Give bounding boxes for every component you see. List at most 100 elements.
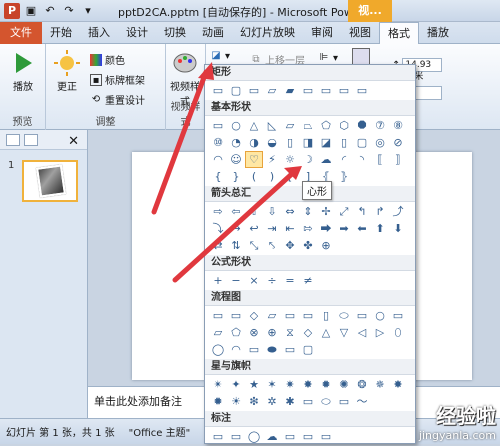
- tab-playback[interactable]: 播放: [419, 22, 457, 44]
- shape-option-icon[interactable]: [: [282, 169, 298, 184]
- shape-option-icon[interactable]: ÷: [264, 273, 280, 288]
- shape-option-icon[interactable]: ▭: [210, 83, 226, 98]
- shape-option-icon[interactable]: ◠: [210, 152, 226, 167]
- shape-option-icon[interactable]: ×: [246, 273, 262, 288]
- shape-option-icon[interactable]: ⬇: [390, 221, 406, 236]
- shape-option-icon[interactable]: ◁: [354, 325, 370, 340]
- shape-option-icon[interactable]: ⇅: [228, 238, 244, 253]
- shape-option-icon[interactable]: ★: [246, 377, 262, 392]
- shape-option-icon[interactable]: ✺: [336, 377, 352, 392]
- shape-option-icon[interactable]: ✦: [228, 377, 244, 392]
- tab-home[interactable]: 开始: [42, 22, 80, 44]
- tab-slideshow[interactable]: 幻灯片放映: [232, 22, 303, 44]
- shape-option-icon[interactable]: ⯃: [354, 118, 370, 133]
- shape-option-icon[interactable]: ▱: [210, 325, 226, 340]
- shape-option-icon[interactable]: ✴: [210, 377, 226, 392]
- shape-option-icon[interactable]: ⑩: [210, 135, 226, 150]
- shape-option-icon[interactable]: ⇔: [282, 204, 298, 219]
- shape-option-icon[interactable]: ⟦: [372, 152, 388, 167]
- shape-option-icon[interactable]: ☁: [318, 152, 334, 167]
- shape-option-icon[interactable]: ✵: [372, 377, 388, 392]
- shape-option-icon[interactable]: ✸: [390, 377, 406, 392]
- shape-option-icon[interactable]: ▯: [318, 308, 334, 323]
- shape-option-icon[interactable]: }: [228, 169, 244, 184]
- color-button[interactable]: 颜色: [90, 52, 125, 67]
- save-icon[interactable]: ▣: [23, 3, 39, 19]
- shape-option-icon[interactable]: ▢: [354, 135, 370, 150]
- shape-option-icon[interactable]: ⊗: [246, 325, 262, 340]
- shape-option-icon[interactable]: ⇕: [300, 204, 316, 219]
- shape-option-icon[interactable]: ⬯: [390, 325, 406, 340]
- shape-option-icon[interactable]: ◯: [210, 342, 226, 357]
- shape-option-icon[interactable]: ◇: [246, 308, 262, 323]
- shape-option-icon[interactable]: ✲: [264, 394, 280, 409]
- shape-option-icon[interactable]: ✶: [264, 377, 280, 392]
- reset-design-button[interactable]: ⟲ 重置设计: [90, 92, 145, 108]
- shape-option-icon[interactable]: ✤: [300, 238, 316, 253]
- shape-option-icon[interactable]: ▭: [246, 342, 262, 357]
- shape-option-icon[interactable]: ⑦: [372, 118, 388, 133]
- shape-option-icon[interactable]: ⬅: [354, 221, 370, 236]
- powerpoint-app-icon[interactable]: P: [4, 3, 20, 19]
- shape-option-icon[interactable]: ▭: [300, 308, 316, 323]
- undo-icon[interactable]: ↶: [42, 3, 58, 19]
- shape-option-icon[interactable]: ▭: [210, 429, 226, 444]
- shape-option-icon[interactable]: ≠: [300, 273, 316, 288]
- shape-option-icon[interactable]: ✸: [300, 377, 316, 392]
- shape-option-icon[interactable]: ▱: [264, 308, 280, 323]
- shape-option-icon[interactable]: ○: [228, 118, 244, 133]
- shape-option-icon[interactable]: ▯: [282, 135, 298, 150]
- shape-option-icon[interactable]: ⬭: [318, 394, 334, 409]
- shape-option-icon[interactable]: ☼: [282, 152, 298, 167]
- shape-option-icon[interactable]: {: [210, 169, 226, 184]
- slides-tab-icon[interactable]: [6, 133, 20, 146]
- shape-option-icon[interactable]: ▱: [282, 118, 298, 133]
- slide-thumbnail[interactable]: [22, 160, 78, 202]
- shape-option-icon[interactable]: 〜: [354, 394, 370, 409]
- shape-option-icon[interactable]: ⇥: [264, 221, 280, 236]
- shape-option-icon[interactable]: ↰: [354, 204, 370, 219]
- shape-option-icon[interactable]: ▰: [282, 83, 298, 98]
- close-icon[interactable]: ✕: [68, 134, 79, 149]
- shape-option-icon[interactable]: ⇤: [282, 221, 298, 236]
- shape-option-icon[interactable]: ❇: [246, 394, 262, 409]
- tab-design[interactable]: 设计: [118, 22, 156, 44]
- customize-qat-icon[interactable]: ▾: [80, 3, 96, 19]
- shape-option-icon[interactable]: ◜: [336, 152, 352, 167]
- tab-format[interactable]: 格式: [379, 22, 419, 45]
- shape-option-icon[interactable]: ☽: [300, 152, 316, 167]
- shape-option-icon[interactable]: ⚡: [264, 152, 280, 167]
- shape-option-icon[interactable]: ⬡: [336, 118, 352, 133]
- shape-option-icon[interactable]: ▭: [210, 118, 226, 133]
- shape-option-icon[interactable]: ↱: [372, 204, 388, 219]
- shape-option-icon[interactable]: ▭: [300, 83, 316, 98]
- shape-option-icon[interactable]: ▷: [372, 325, 388, 340]
- shape-option-icon[interactable]: ◯: [246, 429, 262, 444]
- shape-option-icon[interactable]: ▭: [282, 429, 298, 444]
- shape-option-icon[interactable]: ⊕: [264, 325, 280, 340]
- shape-option-icon[interactable]: ⇦: [228, 204, 244, 219]
- shape-option-icon[interactable]: ⤵: [210, 221, 226, 236]
- shape-option-icon[interactable]: ⬬: [264, 342, 280, 357]
- shape-option-icon[interactable]: ▭: [354, 83, 370, 98]
- shape-option-icon[interactable]: ✹: [210, 394, 226, 409]
- shape-option-icon[interactable]: ▭: [318, 83, 334, 98]
- shape-option-icon[interactable]: ◒: [264, 135, 280, 150]
- shape-option-icon[interactable]: ): [264, 169, 280, 184]
- redo-icon[interactable]: ↷: [61, 3, 77, 19]
- shape-option-icon[interactable]: ☁: [264, 429, 280, 444]
- shape-option-icon[interactable]: ✷: [282, 377, 298, 392]
- shape-option-icon[interactable]: △: [246, 118, 262, 133]
- shape-option-icon[interactable]: ◠: [228, 342, 244, 357]
- poster-frame-button[interactable]: ▪ 标牌框架: [90, 72, 145, 87]
- shape-option-icon[interactable]: ⬆: [372, 221, 388, 236]
- shape-option-icon[interactable]: ⤴: [390, 204, 406, 219]
- tab-view[interactable]: 视图: [341, 22, 379, 44]
- shape-option-icon[interactable]: ▭: [354, 308, 370, 323]
- tab-animations[interactable]: 动画: [194, 22, 232, 44]
- shape-option-icon[interactable]: ⬠: [228, 325, 244, 340]
- shape-option-icon[interactable]: ◎: [372, 135, 388, 150]
- shape-dropdown-button[interactable]: ◪ ▾: [210, 50, 230, 62]
- shape-option-icon[interactable]: ⤡: [246, 238, 262, 253]
- shape-option-icon[interactable]: ◨: [300, 135, 316, 150]
